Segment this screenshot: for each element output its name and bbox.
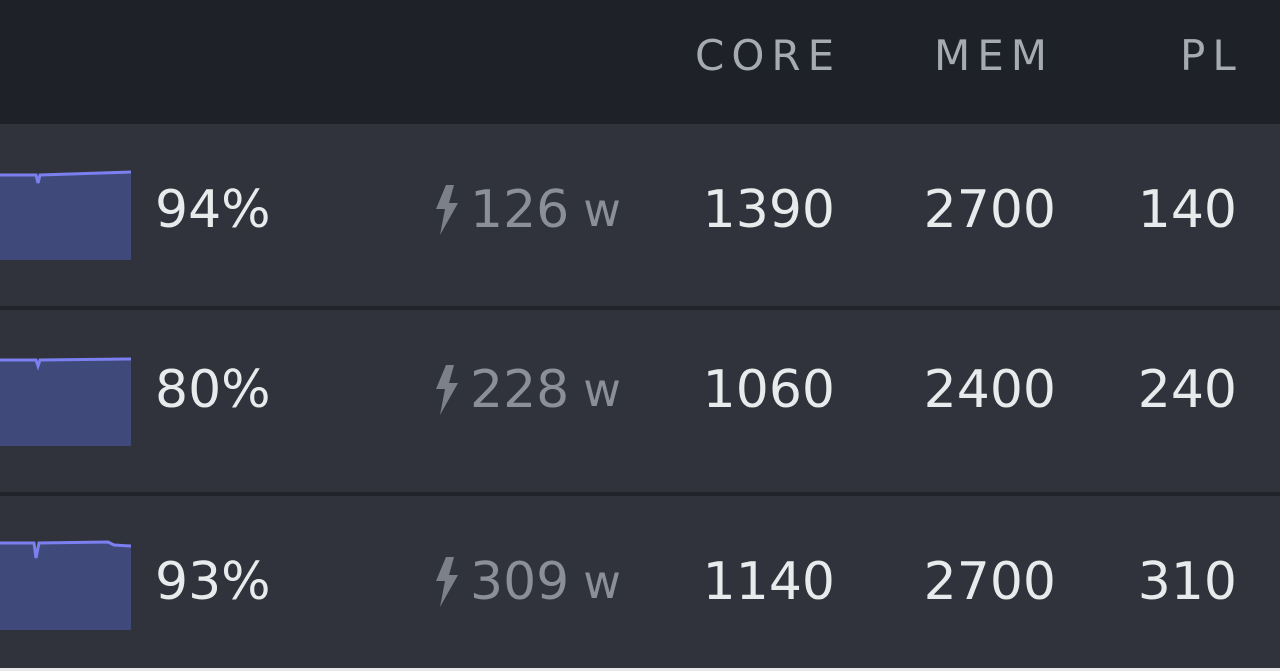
power-unit: w — [583, 555, 621, 609]
power-draw: 126 w — [432, 178, 621, 242]
power-limit-value: 240 — [1137, 360, 1237, 420]
utilization-value: 93% — [155, 552, 271, 612]
utilization-sparkline — [0, 540, 131, 630]
column-header-mem: MEM — [934, 31, 1055, 80]
mem-clock-value: 2700 — [923, 180, 1056, 240]
mem-clock-value: 2700 — [923, 552, 1056, 612]
table-header: CORE MEM PL — [0, 0, 1280, 124]
lightning-bolt-icon — [436, 185, 458, 235]
utilization-sparkline — [0, 357, 131, 446]
power-value: 309 — [470, 552, 570, 612]
lightning-bolt-icon — [436, 365, 458, 415]
gpu-row[interactable]: 80% 228 w 1060 2400 240 — [0, 310, 1280, 492]
column-header-core: CORE — [695, 31, 842, 80]
utilization-sparkline — [0, 170, 131, 260]
core-clock-value: 1060 — [702, 360, 835, 420]
power-value: 228 — [470, 360, 570, 420]
gpu-row[interactable]: 94% 126 w 1390 2700 140 — [0, 124, 1280, 306]
column-header-pl: PL — [1180, 31, 1243, 80]
power-draw: 228 w — [432, 358, 621, 422]
power-limit-value: 140 — [1137, 180, 1237, 240]
power-unit: w — [583, 363, 621, 417]
power-unit: w — [583, 183, 621, 237]
lightning-bolt-icon — [436, 557, 458, 607]
gpu-row[interactable]: 93% 309 w 1140 2700 310 — [0, 496, 1280, 668]
core-clock-value: 1140 — [702, 552, 835, 612]
core-clock-value: 1390 — [702, 180, 835, 240]
power-limit-value: 310 — [1137, 552, 1237, 612]
power-value: 126 — [470, 180, 570, 240]
utilization-value: 80% — [155, 360, 271, 420]
utilization-value: 94% — [155, 180, 271, 240]
power-draw: 309 w — [432, 550, 621, 614]
mem-clock-value: 2400 — [923, 360, 1056, 420]
